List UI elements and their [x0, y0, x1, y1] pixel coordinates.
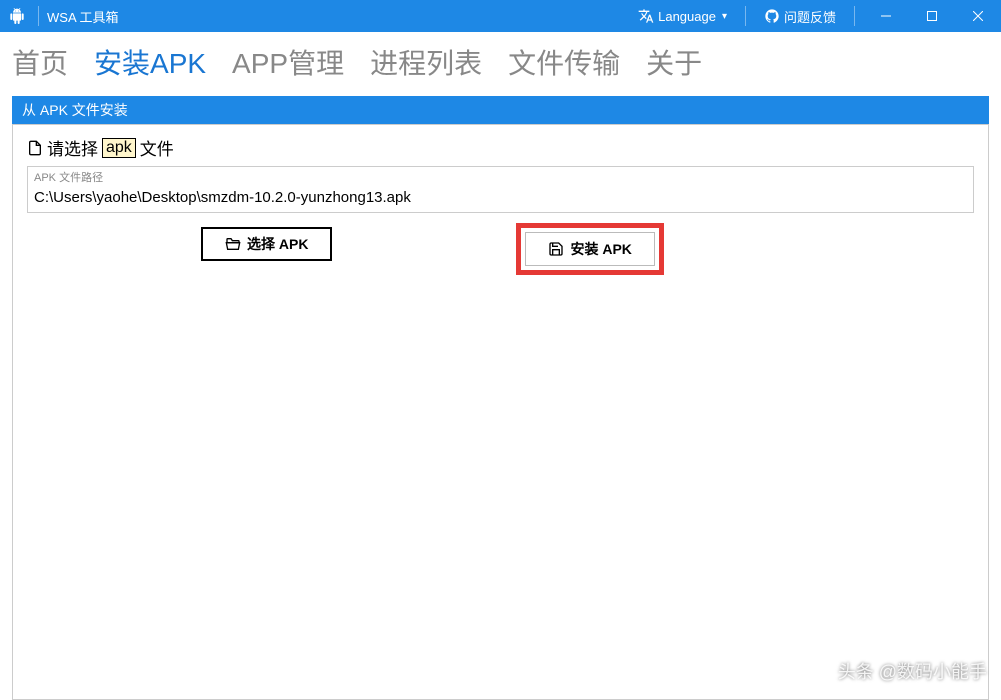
apk-path-caption: APK 文件路径 — [28, 167, 973, 185]
tab-about[interactable]: 关于 — [646, 42, 702, 82]
minimize-button[interactable] — [863, 0, 909, 32]
language-label: Language — [658, 9, 716, 24]
app-title: WSA 工具箱 — [47, 7, 119, 26]
select-boxed: apk — [102, 138, 136, 158]
watermark: 头条 @数码小能手 — [838, 658, 987, 684]
close-button[interactable] — [955, 0, 1001, 32]
select-suffix: 文件 — [140, 135, 174, 160]
feedback-link[interactable]: 问题反馈 — [754, 7, 846, 26]
select-prefix: 请选择 — [47, 135, 98, 160]
titlebar-divider — [38, 6, 39, 26]
tab-home[interactable]: 首页 — [12, 42, 68, 82]
apk-path-group: APK 文件路径 — [27, 166, 974, 213]
tab-process-list[interactable]: 进程列表 — [370, 42, 482, 82]
install-apk-label: 安装 APK — [570, 239, 631, 259]
tab-file-transfer[interactable]: 文件传输 — [508, 42, 620, 82]
titlebar-divider — [854, 6, 855, 26]
tab-install-apk[interactable]: 安装APK — [94, 42, 206, 82]
choose-apk-button[interactable]: 选择 APK — [201, 227, 332, 261]
file-icon — [27, 139, 43, 157]
install-highlight: 安装 APK — [516, 223, 663, 275]
feedback-label: 问题反馈 — [784, 7, 836, 26]
content-frame: 请选择 apk 文件 APK 文件路径 选择 APK 安装 APK — [12, 124, 989, 700]
folder-open-icon — [225, 236, 241, 252]
translate-icon — [638, 8, 654, 24]
save-icon — [548, 241, 564, 257]
android-icon — [8, 7, 26, 25]
tab-app-manage[interactable]: APP管理 — [232, 42, 344, 82]
titlebar: WSA 工具箱 Language ▾ 问题反馈 — [0, 0, 1001, 32]
chevron-down-icon: ▾ — [722, 11, 727, 22]
install-apk-button[interactable]: 安装 APK — [525, 232, 654, 266]
language-selector[interactable]: Language ▾ — [628, 8, 737, 24]
choose-apk-label: 选择 APK — [247, 234, 308, 254]
maximize-button[interactable] — [909, 0, 955, 32]
select-apk-label: 请选择 apk 文件 — [27, 135, 974, 160]
titlebar-divider — [745, 6, 746, 26]
section-header: 从 APK 文件安装 — [12, 96, 989, 124]
nav-tabs: 首页 安装APK APP管理 进程列表 文件传输 关于 — [0, 32, 1001, 92]
github-icon — [764, 8, 780, 24]
apk-path-input[interactable] — [28, 185, 973, 212]
